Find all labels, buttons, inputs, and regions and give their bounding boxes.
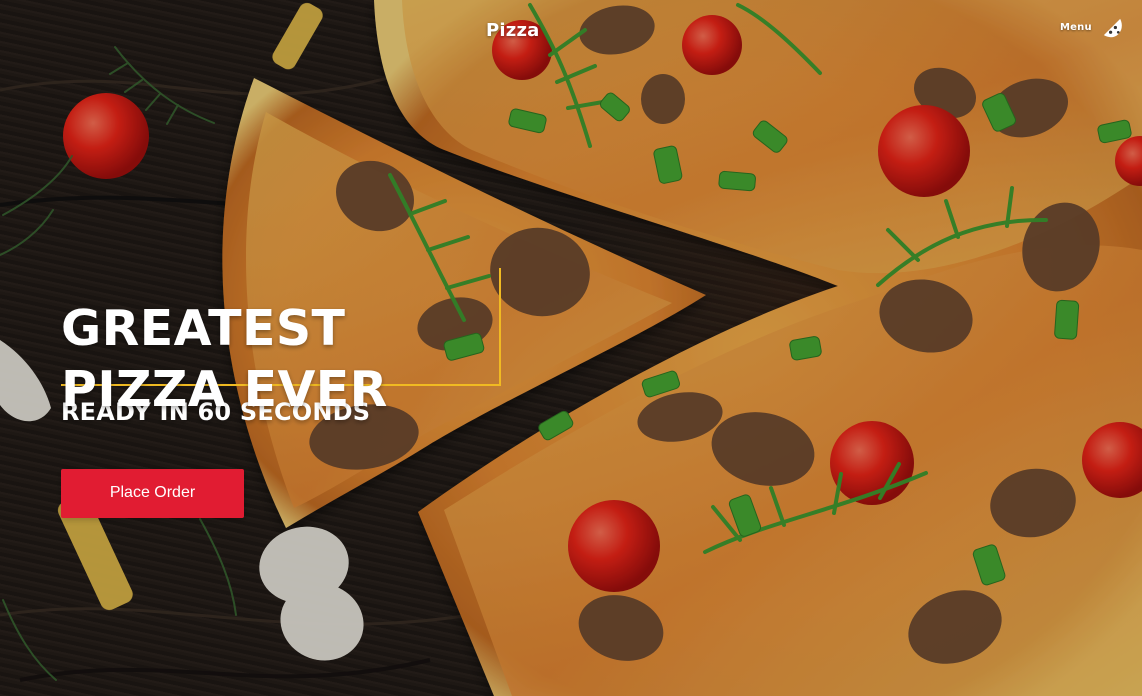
pizza-slice-icon — [1103, 18, 1122, 38]
headline-frame: GREATEST PIZZA EVER — [61, 268, 501, 414]
hero-content: GREATEST PIZZA EVER READY IN 60 SECONDS … — [61, 268, 531, 518]
place-order-button[interactable]: Place Order — [61, 468, 244, 518]
menu-button[interactable]: Menu — [1060, 16, 1124, 39]
headline-line-two: PIZZA EVER — [61, 360, 388, 418]
menu-label: Menu — [1060, 22, 1092, 33]
headline-line-one: GREATEST — [61, 299, 346, 357]
top-navigation: Pizza Menu — [0, 0, 1142, 64]
brand-logo-text[interactable]: Pizza — [486, 20, 539, 41]
pizza-hero: Pizza Menu GREATEST PIZZA EVER READY IN … — [0, 0, 1142, 696]
